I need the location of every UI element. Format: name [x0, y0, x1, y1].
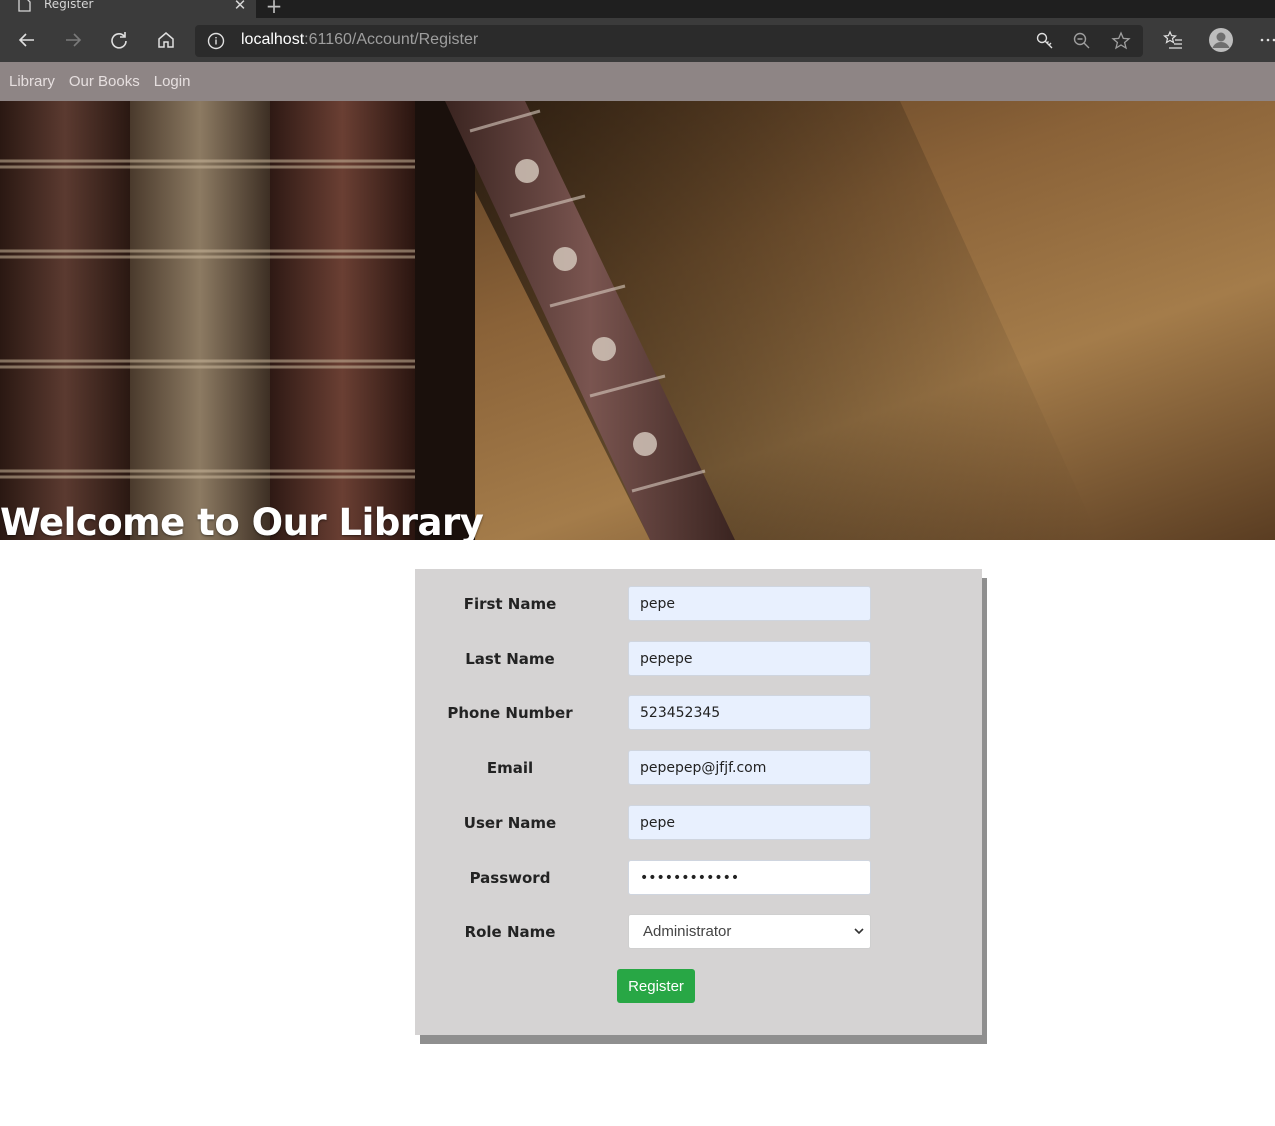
zoom-out-icon[interactable]: [1072, 31, 1092, 51]
password-input[interactable]: [628, 860, 871, 895]
close-icon[interactable]: ✕: [232, 0, 248, 14]
role-name-select[interactable]: Administrator: [628, 914, 871, 949]
first-name-input[interactable]: [628, 586, 871, 621]
user-name-input[interactable]: [628, 805, 871, 840]
url-text[interactable]: localhost:61160/Account/Register: [241, 31, 478, 49]
more-menu-icon[interactable]: [1256, 28, 1275, 52]
nav-brand-link[interactable]: Library: [2, 73, 62, 90]
profile-avatar[interactable]: [1208, 27, 1234, 53]
chevron-down-icon: [854, 928, 864, 935]
hero-banner: Welcome to Our Library: [0, 101, 1275, 540]
form-row-phone-number: Phone Number: [415, 695, 982, 731]
hero-title: Welcome to Our Library: [0, 501, 484, 540]
register-form: First Name Last Name Phone Number Email …: [415, 569, 982, 1035]
role-name-label: Role Name: [464, 923, 556, 941]
books-illustration: [0, 101, 1275, 540]
form-row-role-name: Role Name Administrator: [415, 914, 982, 950]
key-icon[interactable]: [1035, 31, 1055, 51]
first-name-label: First Name: [463, 595, 557, 613]
password-label: Password: [469, 869, 551, 887]
email-input[interactable]: [628, 750, 871, 785]
nav-link-our-books[interactable]: Our Books: [62, 73, 147, 90]
register-button[interactable]: Register: [617, 969, 695, 1003]
phone-number-input[interactable]: [628, 695, 871, 730]
forward-icon[interactable]: [61, 28, 85, 52]
form-row-first-name: First Name: [415, 586, 982, 622]
browser-tab-strip: Register ✕ +: [0, 0, 1275, 18]
nav-link-login[interactable]: Login: [147, 73, 198, 90]
home-icon[interactable]: [154, 28, 178, 52]
user-name-label: User Name: [463, 814, 557, 832]
address-bar[interactable]: localhost:61160/Account/Register: [195, 25, 1143, 57]
last-name-label: Last Name: [465, 650, 555, 668]
tab-title: Register: [44, 0, 94, 11]
favorite-star-icon[interactable]: [1111, 31, 1131, 51]
email-label: Email: [486, 759, 534, 777]
form-row-email: Email: [415, 750, 982, 786]
browser-toolbar: localhost:61160/Account/Register: [0, 18, 1275, 62]
phone-number-label: Phone Number: [447, 704, 573, 722]
browser-tab[interactable]: Register ✕: [0, 0, 256, 18]
favorites-icon[interactable]: [1161, 28, 1185, 52]
refresh-icon[interactable]: [107, 28, 131, 52]
new-tab-icon[interactable]: +: [264, 0, 284, 18]
info-icon[interactable]: [207, 32, 225, 50]
form-row-user-name: User Name: [415, 805, 982, 841]
site-navbar: Library Our Books Login: [0, 62, 1275, 101]
last-name-input[interactable]: [628, 641, 871, 676]
form-row-last-name: Last Name: [415, 641, 982, 677]
page-icon: [18, 0, 31, 12]
role-name-selected-value: Administrator: [643, 923, 732, 940]
form-row-password: Password: [415, 860, 982, 896]
back-icon[interactable]: [15, 28, 39, 52]
